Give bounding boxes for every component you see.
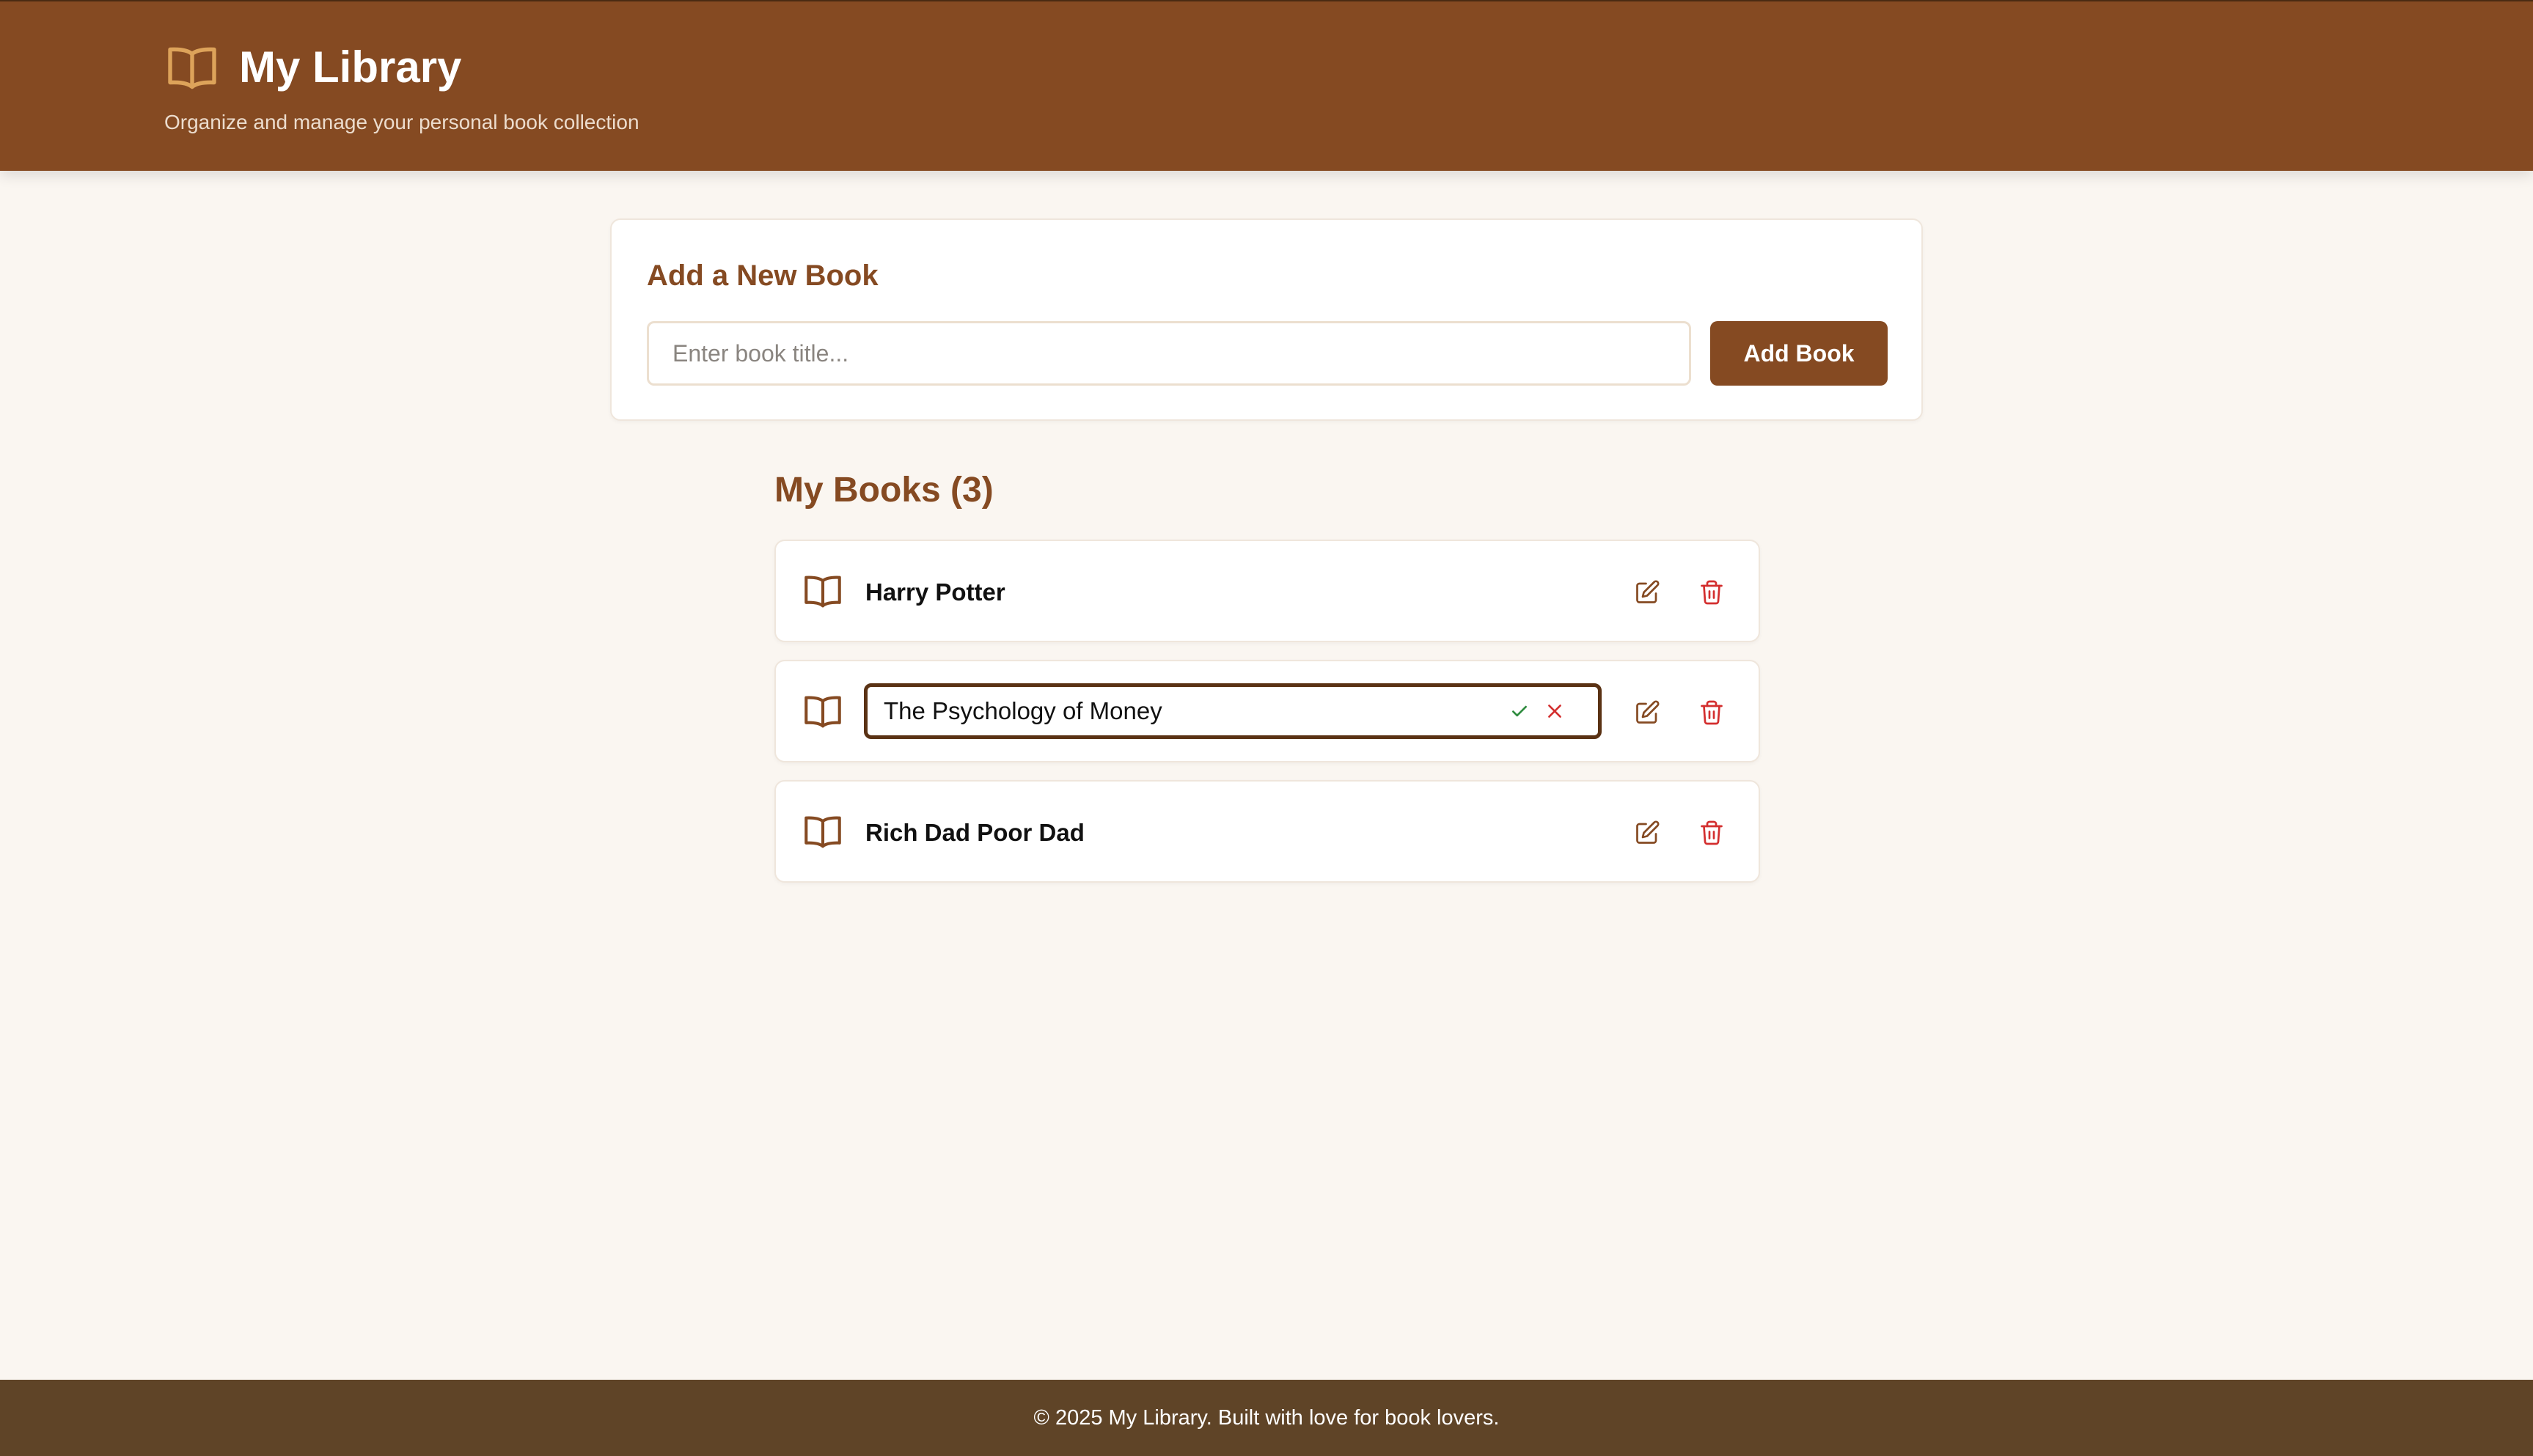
delete-book-button[interactable]: [1693, 814, 1731, 852]
open-book-icon: [168, 47, 216, 89]
book-title: Rich Dad Poor Dad: [865, 819, 1085, 846]
open-book-icon: [804, 696, 841, 728]
app-subtitle: Organize and manage your personal book c…: [164, 111, 639, 133]
add-book-button[interactable]: Add Book: [1710, 321, 1888, 386]
book-item: [774, 660, 1760, 762]
book-title-input[interactable]: [647, 321, 1691, 386]
my-books-heading: My Books (3): [774, 471, 994, 510]
pencil-square-icon: [1636, 580, 1660, 603]
book-item: Rich Dad Poor Dad: [774, 780, 1760, 883]
open-book-icon: [804, 576, 841, 608]
edit-title-wrapper: [864, 683, 1602, 739]
edit-title-input[interactable]: [884, 687, 1485, 735]
edit-book-button[interactable]: [1628, 573, 1666, 611]
open-book-icon: [804, 816, 841, 848]
book-item: Harry Potter: [774, 540, 1760, 642]
trash-icon: [1701, 580, 1723, 605]
check-icon: [1512, 705, 1527, 717]
add-book-card: Add a New Book Add Book: [610, 218, 1923, 421]
pencil-square-icon: [1636, 820, 1660, 844]
book-title: Harry Potter: [865, 578, 1005, 606]
delete-book-button[interactable]: [1693, 573, 1731, 611]
confirm-edit-button[interactable]: [1506, 697, 1533, 725]
trash-icon: [1701, 820, 1723, 845]
app-footer: © 2025 My Library. Built with love for b…: [0, 1380, 2533, 1456]
app-title: My Library: [239, 43, 462, 92]
edit-book-button[interactable]: [1628, 814, 1666, 852]
close-icon: [1548, 705, 1561, 718]
trash-icon: [1701, 700, 1723, 725]
cancel-edit-button[interactable]: [1541, 697, 1569, 725]
delete-book-button[interactable]: [1693, 694, 1731, 732]
pencil-square-icon: [1636, 700, 1660, 724]
edit-book-button[interactable]: [1628, 694, 1666, 732]
add-book-heading: Add a New Book: [647, 260, 879, 292]
app-header: My Library Organize and manage your pers…: [0, 0, 2533, 171]
footer-text: © 2025 My Library. Built with love for b…: [1033, 1405, 1500, 1430]
